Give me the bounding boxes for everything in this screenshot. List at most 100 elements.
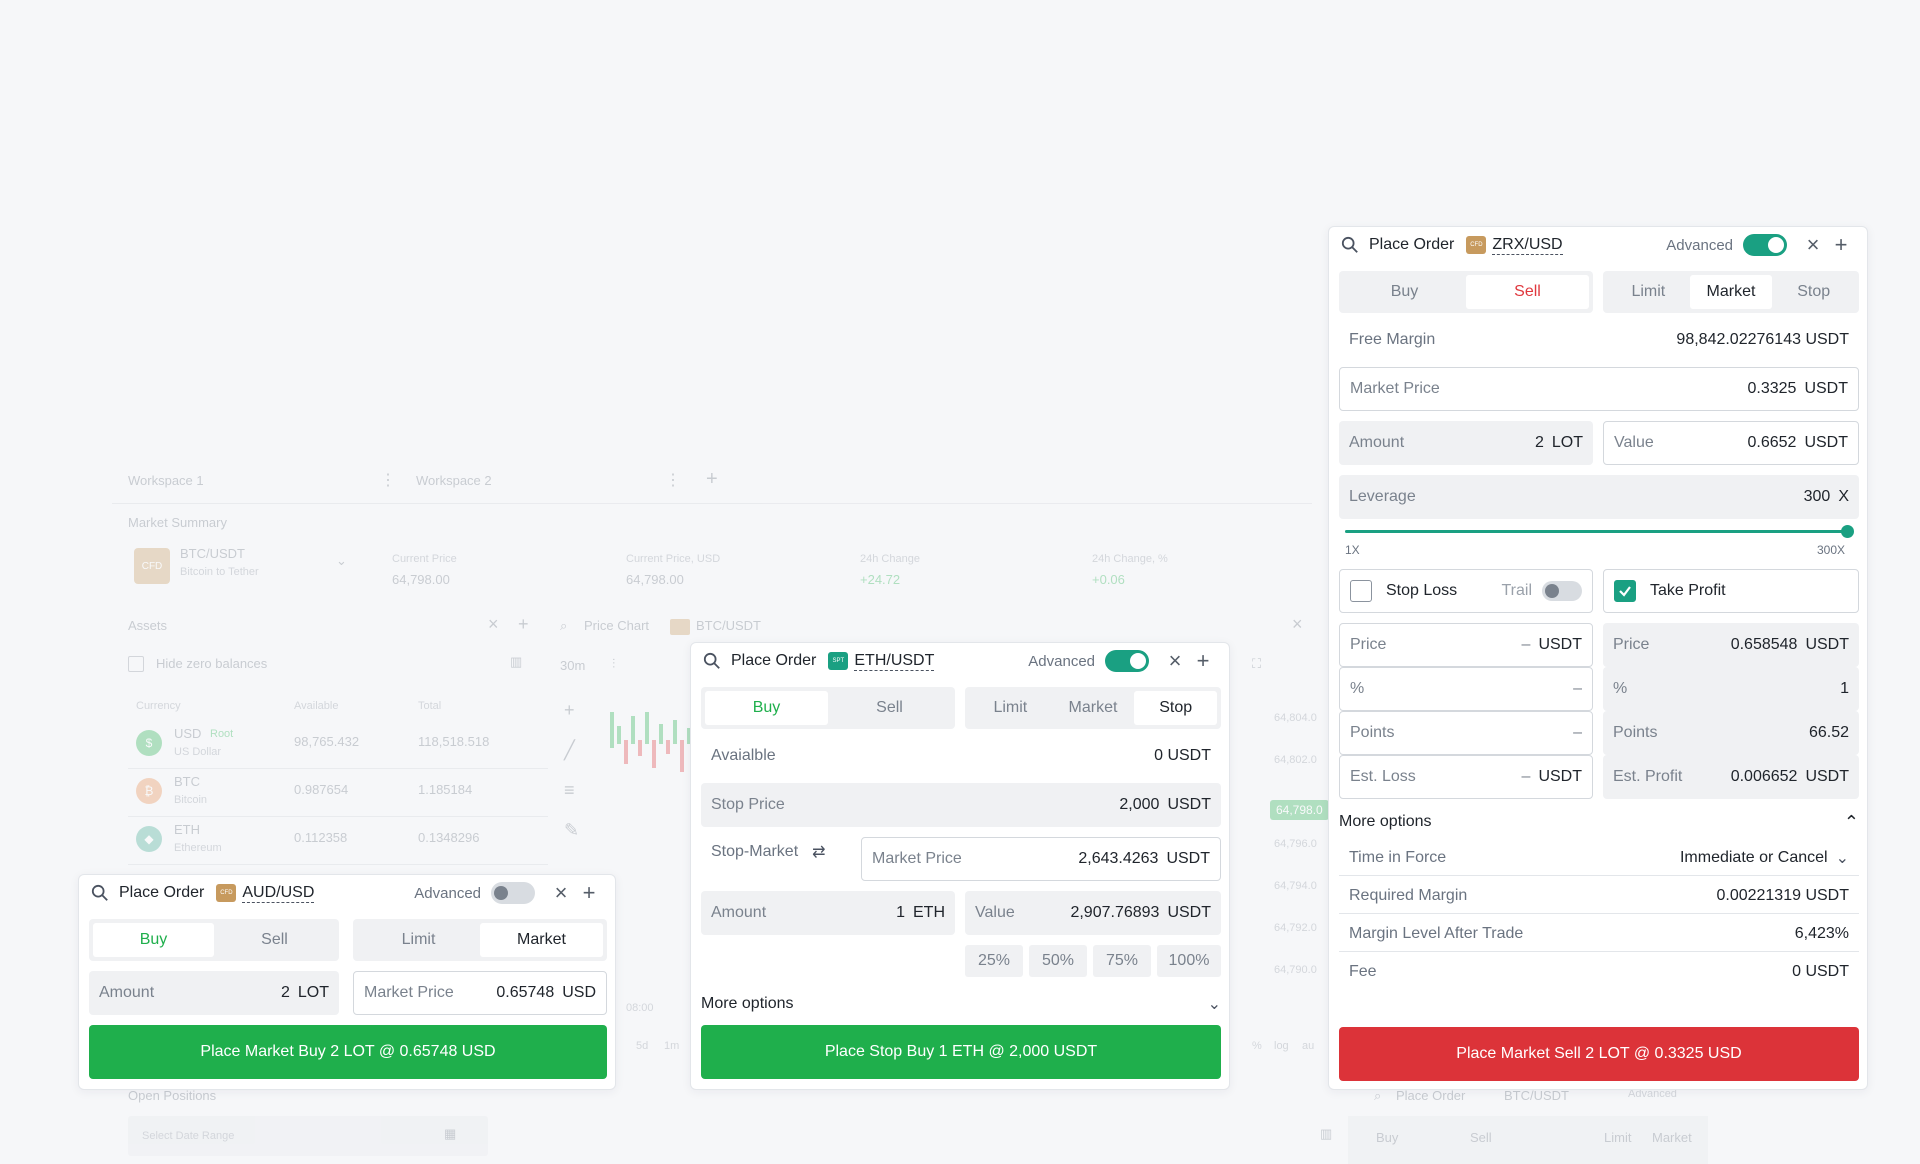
range-5d[interactable]: 5d — [636, 1040, 648, 1052]
pair-selector[interactable]: ZRX/USD — [1492, 236, 1563, 255]
sell-tab[interactable]: Sell — [1466, 275, 1589, 309]
stop-price-field[interactable]: Stop Price 2,000 USDT — [701, 783, 1221, 827]
limit-tab[interactable]: Limit — [1607, 275, 1690, 309]
close-icon[interactable]: × — [1292, 614, 1303, 635]
buy-tab[interactable]: Buy — [705, 691, 828, 725]
workspace-tab-1[interactable]: Workspace 1 — [128, 473, 204, 488]
tp-points-field[interactable]: Points 66.52 — [1603, 711, 1859, 755]
add-icon[interactable]: + — [1827, 231, 1855, 259]
advanced-toggle[interactable] — [1105, 650, 1149, 672]
sl-pct-label: % — [1350, 680, 1365, 697]
date-range-placeholder: Select Date Range — [142, 1130, 235, 1142]
crosshair-icon[interactable]: + — [564, 700, 575, 721]
stop-loss-toggle[interactable]: Stop Loss Trail — [1339, 569, 1593, 613]
brush-icon[interactable]: ✎ — [564, 820, 579, 841]
stop-mode-row[interactable]: Stop-Market ⇄ — [711, 837, 861, 867]
columns-icon[interactable]: ▥ — [1320, 1126, 1332, 1142]
mini-order-market[interactable]: Market — [1652, 1130, 1692, 1145]
leverage-field[interactable]: Leverage 300 X — [1339, 475, 1859, 519]
stop-tab[interactable]: Stop — [1134, 691, 1218, 725]
scale-auto[interactable]: au — [1302, 1040, 1314, 1052]
leverage-slider-handle[interactable] — [1841, 525, 1854, 538]
search-icon[interactable] — [1341, 236, 1359, 254]
sl-points-field[interactable]: Points – — [1339, 711, 1593, 755]
market-tab[interactable]: Market — [1689, 275, 1773, 309]
more-options-toggle[interactable]: More options ⌄ — [701, 989, 1221, 1019]
mini-order-buy[interactable]: Buy — [1376, 1130, 1398, 1145]
trail-toggle[interactable] — [1542, 581, 1582, 601]
add-icon[interactable]: + — [518, 614, 529, 635]
advanced-toggle[interactable] — [491, 882, 535, 904]
place-order-button[interactable]: Place Market Buy 2 LOT @ 0.65748 USD — [89, 1025, 607, 1079]
trendline-icon[interactable]: ╱ — [564, 740, 575, 761]
amount-field[interactable]: Amount 2 LOT — [1339, 421, 1593, 465]
search-icon[interactable] — [91, 884, 109, 902]
mini-order-limit[interactable]: Limit — [1604, 1130, 1631, 1145]
pct-25-button[interactable]: 25% — [965, 945, 1023, 977]
stop-loss-checkbox[interactable] — [1350, 580, 1372, 602]
add-workspace-icon[interactable]: + — [706, 468, 718, 491]
market-tab[interactable]: Market — [1052, 691, 1135, 725]
add-icon[interactable]: + — [1189, 647, 1217, 675]
workspace-tab-2[interactable]: Workspace 2 — [416, 473, 492, 488]
search-icon[interactable]: ⌕ — [560, 618, 567, 634]
search-icon[interactable]: ⌕ — [1374, 1088, 1381, 1104]
advanced-toggle[interactable] — [1743, 234, 1787, 256]
market-summary-asset[interactable]: BTC/USDT — [180, 546, 245, 561]
close-icon[interactable]: × — [1161, 647, 1189, 675]
tp-pct-field[interactable]: % 1 — [1603, 667, 1859, 711]
sl-pct-field[interactable]: % – — [1339, 667, 1593, 711]
place-order-button[interactable]: Place Market Sell 2 LOT @ 0.3325 USD — [1339, 1027, 1859, 1081]
value-field[interactable]: Value 2,907.76893 USDT — [965, 891, 1221, 935]
more-options-toggle[interactable]: More options ⌃ — [1339, 807, 1859, 837]
pair-selector[interactable]: AUD/USD — [242, 884, 315, 903]
fullscreen-icon[interactable]: ⛶ — [1252, 656, 1261, 672]
chevron-down-icon[interactable]: ⌄ — [336, 553, 347, 569]
place-order-button[interactable]: Place Stop Buy 1 ETH @ 2,000 USDT — [701, 1025, 1221, 1079]
close-icon[interactable]: × — [547, 879, 575, 907]
close-icon[interactable]: × — [1799, 231, 1827, 259]
fib-icon[interactable]: ≡ — [564, 780, 575, 801]
chevron-down-icon[interactable]: ⌄ — [1208, 994, 1221, 1014]
limit-tab[interactable]: Limit — [969, 691, 1052, 725]
sell-tab[interactable]: Sell — [828, 691, 951, 725]
workspace-tab-menu-icon[interactable]: ⋮ — [380, 470, 396, 490]
pct-100-button[interactable]: 100% — [1157, 945, 1221, 977]
candle-type-icon[interactable]: ⫶ — [612, 656, 615, 672]
scale-log[interactable]: log — [1274, 1040, 1289, 1052]
mini-order-sell[interactable]: Sell — [1470, 1130, 1492, 1145]
price-axis-label: 64,792.0 — [1274, 922, 1317, 934]
time-in-force-value[interactable]: Immediate or Cancel — [1680, 849, 1828, 867]
scale-percent[interactable]: % — [1252, 1040, 1262, 1052]
pair-selector[interactable]: ETH/USDT — [854, 652, 935, 671]
close-icon[interactable]: × — [488, 614, 499, 635]
take-profit-checkbox[interactable] — [1614, 580, 1636, 602]
sl-price-field[interactable]: Price – USDT — [1339, 623, 1593, 667]
pct-75-button[interactable]: 75% — [1093, 945, 1151, 977]
market-tab[interactable]: Market — [480, 923, 603, 957]
buy-tab[interactable]: Buy — [1343, 275, 1466, 309]
leverage-slider-track[interactable] — [1345, 530, 1853, 533]
range-1m[interactable]: 1m — [664, 1040, 679, 1052]
search-icon[interactable] — [703, 652, 721, 670]
amount-field[interactable]: Amount 2 LOT — [89, 971, 339, 1015]
swap-icon[interactable]: ⇄ — [812, 842, 825, 862]
workspace-tab-menu-icon[interactable]: ⋮ — [665, 470, 681, 490]
pct-50-button[interactable]: 50% — [1029, 945, 1087, 977]
hide-zero-checkbox[interactable] — [128, 656, 144, 672]
value-field[interactable]: Value 0.6652 USDT — [1603, 421, 1859, 465]
chevron-down-icon[interactable]: ⌄ — [1836, 848, 1849, 868]
buy-tab[interactable]: Buy — [93, 923, 214, 957]
time-in-force-row[interactable]: Time in Force Immediate or Cancel ⌄ — [1349, 845, 1849, 871]
calendar-icon[interactable]: ▦ — [444, 1126, 456, 1142]
stop-tab[interactable]: Stop — [1772, 275, 1855, 309]
amount-field[interactable]: Amount 1 ETH — [701, 891, 955, 935]
interval-select[interactable]: 30m — [560, 658, 585, 673]
columns-icon[interactable]: ▥ — [510, 654, 522, 670]
take-profit-toggle[interactable]: Take Profit — [1603, 569, 1859, 613]
tp-price-field[interactable]: Price 0.658548 USDT — [1603, 623, 1859, 667]
add-icon[interactable]: + — [575, 879, 603, 907]
chevron-up-icon[interactable]: ⌃ — [1844, 812, 1859, 833]
sell-tab[interactable]: Sell — [214, 923, 335, 957]
limit-tab[interactable]: Limit — [357, 923, 480, 957]
